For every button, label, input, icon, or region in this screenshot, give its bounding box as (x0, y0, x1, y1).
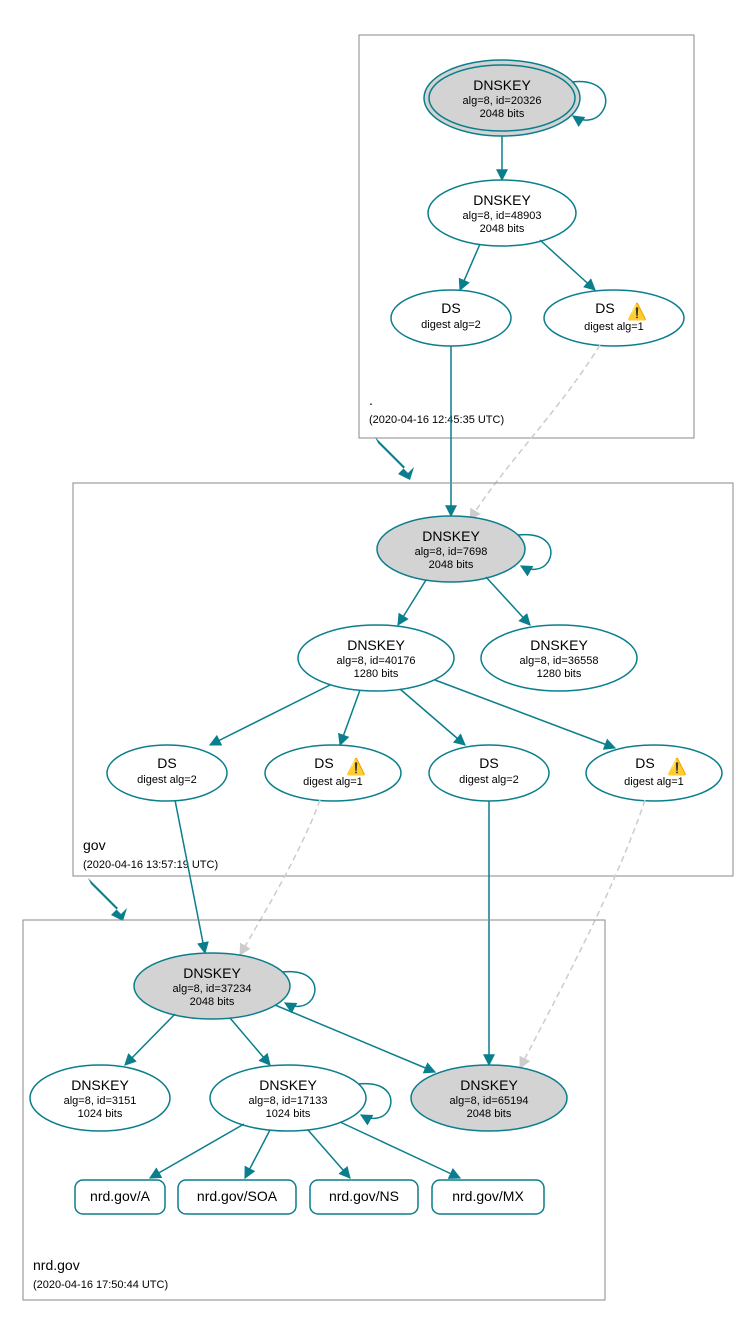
node-gov-ds1b: DS ⚠️ digest alg=1 (586, 745, 722, 801)
edge-root-zsk-to-ds1 (540, 240, 595, 290)
edge-nrd-ksk-to-ksk2 (275, 1005, 435, 1072)
node-root-ds1: DS ⚠️ digest alg=1 (544, 290, 684, 346)
svg-text:alg=8, id=65194: alg=8, id=65194 (450, 1095, 529, 1107)
svg-text:1280 bits: 1280 bits (354, 668, 399, 680)
svg-text:DNSKEY: DNSKEY (460, 1077, 518, 1093)
edge-nrd-zsk2-to-mx (340, 1122, 460, 1178)
edge-gov-zsk1-to-ds2b (400, 689, 465, 745)
node-root-ds2: DS digest alg=2 (391, 290, 511, 346)
svg-text:DNSKEY: DNSKEY (71, 1077, 129, 1093)
svg-text:DNSKEY: DNSKEY (183, 965, 241, 981)
node-nrd-ksk2: DNSKEY alg=8, id=65194 2048 bits (411, 1065, 567, 1131)
edge-root-ds1-to-gov-ksk (470, 345, 600, 520)
svg-text:digest alg=1: digest alg=1 (303, 776, 363, 788)
svg-text:DNSKEY: DNSKEY (347, 637, 405, 653)
edge-gov-zsk1-to-ds1b (435, 680, 615, 748)
svg-text:DS: DS (635, 755, 654, 771)
record-soa: nrd.gov/SOA (178, 1180, 296, 1214)
svg-text:digest alg=1: digest alg=1 (624, 776, 684, 788)
svg-text:1024 bits: 1024 bits (78, 1108, 123, 1120)
svg-text:alg=8, id=37234: alg=8, id=37234 (173, 983, 252, 995)
svg-text:digest alg=2: digest alg=2 (421, 319, 481, 331)
node-gov-zsk2: DNSKEY alg=8, id=36558 1280 bits (481, 625, 637, 691)
svg-text:DNSKEY: DNSKEY (259, 1077, 317, 1093)
svg-text:alg=8, id=17133: alg=8, id=17133 (249, 1095, 328, 1107)
zone-root-time: (2020-04-16 12:45:35 UTC) (369, 414, 504, 426)
svg-text:nrd.gov/NS: nrd.gov/NS (329, 1188, 399, 1204)
edge-nrd-zsk2-to-a (150, 1124, 244, 1178)
node-nrd-ksk: DNSKEY alg=8, id=37234 2048 bits (134, 953, 290, 1019)
edge-gov-zsk1-to-ds2a (210, 685, 330, 745)
svg-text:alg=8, id=40176: alg=8, id=40176 (337, 655, 416, 667)
zone-nrd-time: (2020-04-16 17:50:44 UTC) (33, 1279, 168, 1291)
svg-text:2048 bits: 2048 bits (429, 559, 474, 571)
svg-text:alg=8, id=7698: alg=8, id=7698 (415, 546, 488, 558)
record-mx: nrd.gov/MX (432, 1180, 544, 1214)
node-gov-ds2a: DS digest alg=2 (107, 745, 227, 801)
svg-text:DS: DS (157, 755, 176, 771)
edge-gov-ds1a-to-nrd-ksk (240, 800, 320, 955)
svg-text:digest alg=1: digest alg=1 (584, 321, 644, 333)
svg-text:DS: DS (441, 300, 460, 316)
zone-gov-time: (2020-04-16 13:57:19 UTC) (83, 859, 218, 871)
svg-text:nrd.gov/A: nrd.gov/A (90, 1188, 151, 1204)
svg-text:DNSKEY: DNSKEY (422, 528, 480, 544)
svg-text:alg=8, id=36558: alg=8, id=36558 (520, 655, 599, 667)
edge-gov-ksk-to-zsk1 (398, 580, 426, 625)
warning-icon: ⚠️ (346, 757, 366, 776)
node-root-zsk: DNSKEY alg=8, id=48903 2048 bits (428, 180, 576, 246)
svg-text:digest alg=2: digest alg=2 (137, 774, 197, 786)
svg-text:DNSKEY: DNSKEY (530, 637, 588, 653)
svg-text:DNSKEY: DNSKEY (473, 192, 531, 208)
svg-text:DS: DS (314, 755, 333, 771)
edge-nrd-ksk-to-zsk1 (125, 1014, 175, 1065)
record-ns: nrd.gov/NS (310, 1180, 418, 1214)
zone-arrow-gov-to-nrd (88, 878, 127, 921)
node-nrd-zsk1: DNSKEY alg=8, id=3151 1024 bits (30, 1065, 170, 1131)
edge-gov-ds1b-to-nrd-ksk2 (520, 800, 645, 1068)
svg-text:alg=8, id=48903: alg=8, id=48903 (463, 210, 542, 222)
zone-nrd-label: nrd.gov (33, 1257, 80, 1273)
svg-text:DS: DS (595, 300, 614, 316)
node-nrd-zsk2: DNSKEY alg=8, id=17133 1024 bits (210, 1065, 366, 1131)
svg-text:2048 bits: 2048 bits (480, 223, 525, 235)
zone-gov-label: gov (83, 837, 106, 853)
warning-icon: ⚠️ (667, 757, 687, 776)
svg-text:2048 bits: 2048 bits (480, 108, 525, 120)
svg-text:nrd.gov/MX: nrd.gov/MX (452, 1188, 524, 1204)
edge-nrd-zsk2-to-ns (308, 1130, 350, 1178)
dnssec-diagram: . (2020-04-16 12:45:35 UTC) DNSKEY alg=8… (0, 0, 752, 1320)
edge-gov-ksk-to-zsk2 (486, 577, 530, 625)
edge-gov-zsk1-to-ds1a (340, 690, 360, 745)
svg-text:DNSKEY: DNSKEY (473, 77, 531, 93)
node-gov-ds2b: DS digest alg=2 (429, 745, 549, 801)
svg-text:1024 bits: 1024 bits (266, 1108, 311, 1120)
svg-text:2048 bits: 2048 bits (190, 996, 235, 1008)
node-gov-ds1a: DS ⚠️ digest alg=1 (265, 745, 401, 801)
node-gov-zsk1: DNSKEY alg=8, id=40176 1280 bits (298, 625, 454, 691)
svg-text:nrd.gov/SOA: nrd.gov/SOA (197, 1188, 278, 1204)
svg-text:alg=8, id=20326: alg=8, id=20326 (463, 95, 542, 107)
svg-text:digest alg=2: digest alg=2 (459, 774, 519, 786)
svg-text:1280 bits: 1280 bits (537, 668, 582, 680)
svg-text:2048 bits: 2048 bits (467, 1108, 512, 1120)
edge-nrd-zsk2-to-soa (245, 1130, 270, 1178)
svg-text:DS: DS (479, 755, 498, 771)
node-root-ksk: DNSKEY alg=8, id=20326 2048 bits (424, 60, 580, 136)
edge-nrd-ksk-to-zsk2 (230, 1018, 270, 1065)
record-a: nrd.gov/A (75, 1180, 165, 1214)
edge-root-zsk-to-ds2 (460, 244, 480, 290)
node-gov-ksk: DNSKEY alg=8, id=7698 2048 bits (377, 516, 525, 582)
zone-root-label: . (369, 392, 373, 408)
svg-text:alg=8, id=3151: alg=8, id=3151 (64, 1095, 137, 1107)
zone-arrow-root-to-gov (375, 437, 414, 480)
warning-icon: ⚠️ (627, 302, 647, 321)
